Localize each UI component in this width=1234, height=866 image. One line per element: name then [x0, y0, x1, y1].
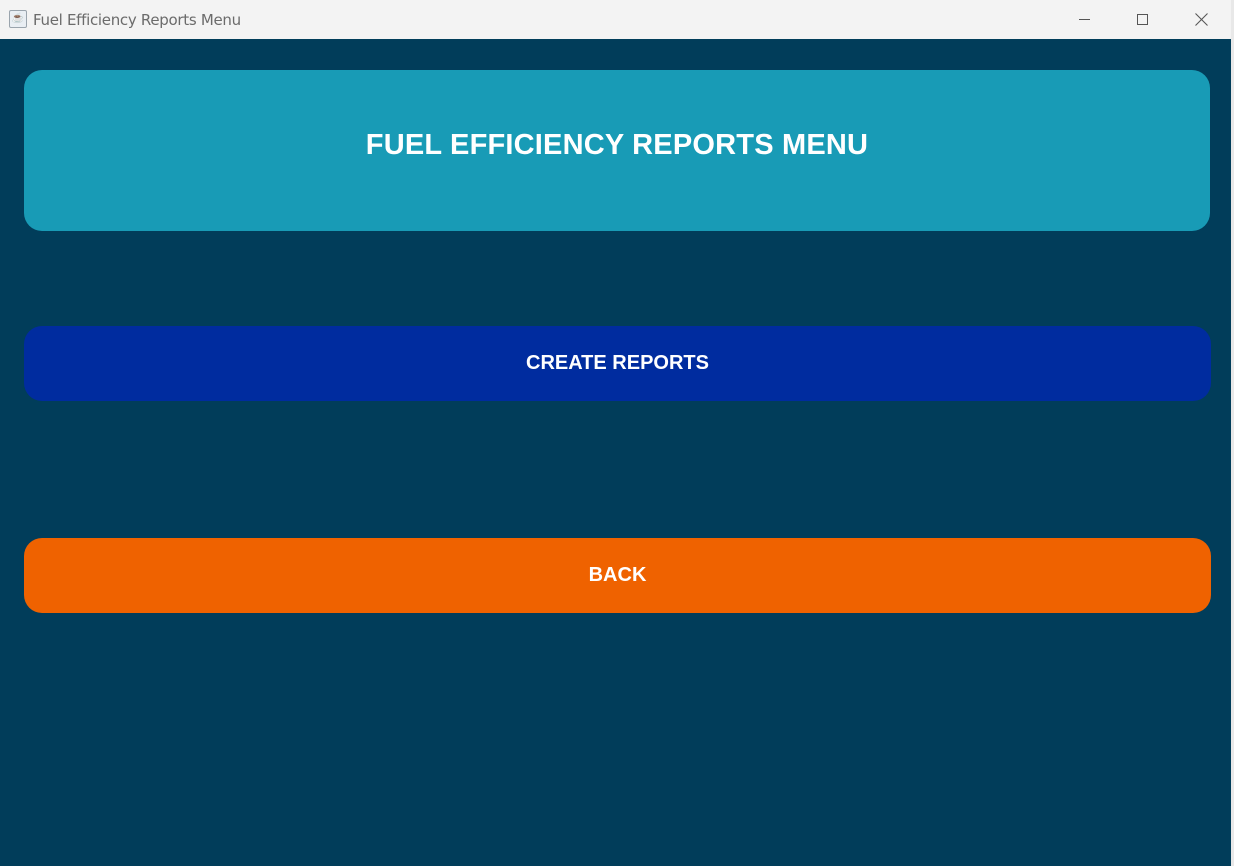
header-panel: FUEL EFFICIENCY REPORTS MENU	[24, 70, 1210, 231]
create-reports-button[interactable]: CREATE REPORTS	[24, 326, 1211, 401]
window-title: Fuel Efficiency Reports Menu	[33, 11, 241, 29]
main-content: FUEL EFFICIENCY REPORTS MENU CREATE REPO…	[0, 39, 1231, 866]
maximize-button[interactable]	[1113, 0, 1171, 39]
title-bar[interactable]: ☕ Fuel Efficiency Reports Menu	[0, 0, 1231, 39]
page-title: FUEL EFFICIENCY REPORTS MENU	[365, 128, 869, 161]
maximize-icon	[1136, 14, 1148, 25]
minimize-icon	[1078, 19, 1090, 20]
app-window: ☕ Fuel Efficiency Reports Menu FUEL EFFI…	[0, 0, 1231, 866]
java-app-icon: ☕	[9, 10, 27, 28]
close-button[interactable]	[1172, 0, 1230, 39]
close-icon	[1194, 13, 1208, 26]
back-button[interactable]: BACK	[24, 538, 1211, 613]
minimize-button[interactable]	[1055, 0, 1113, 39]
